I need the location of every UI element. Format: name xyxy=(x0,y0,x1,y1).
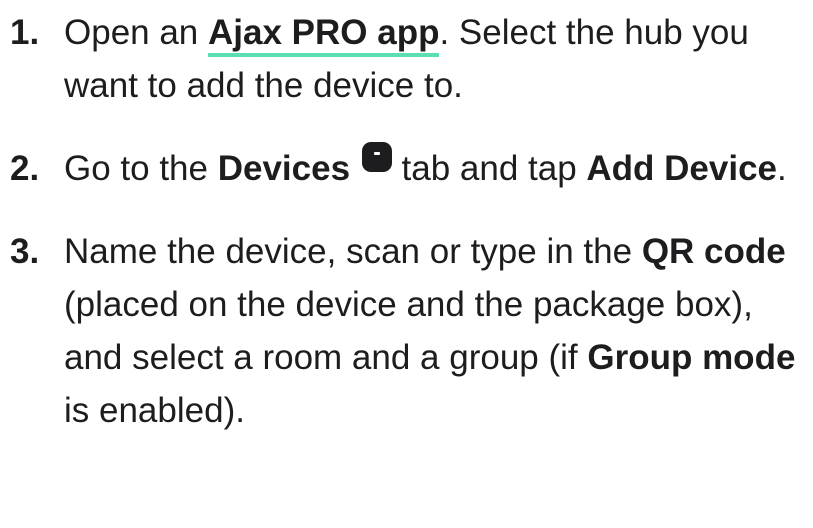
step-text: Open an Ajax PRO app. Select the hub you… xyxy=(64,6,809,112)
devices-tab-name: Devices xyxy=(217,149,351,188)
group-mode-label: Group mode xyxy=(587,338,796,377)
step-number: 1. xyxy=(10,13,40,52)
step-1: 1. Open an Ajax PRO app. Select the hub … xyxy=(0,6,813,112)
qr-code-label: QR code xyxy=(641,232,786,271)
step-text-segment: . xyxy=(777,149,787,188)
step-number: 2. xyxy=(10,149,40,188)
step-text-segment: Open an xyxy=(64,13,208,52)
step-3: 3. Name the device, scan or type in the … xyxy=(0,225,813,437)
instruction-steps: 1. Open an Ajax PRO app. Select the hub … xyxy=(0,6,813,437)
step-text: Go to the Devices tab and tap Add Device… xyxy=(64,142,809,195)
step-text-segment: is enabled). xyxy=(64,391,245,430)
step-text: Name the device, scan or type in the QR … xyxy=(64,225,809,437)
step-2: 2. Go to the Devices tab and tap Add Dev… xyxy=(0,142,813,195)
devices-tab-icon xyxy=(361,142,392,172)
step-number: 3. xyxy=(10,232,40,271)
step-text-segment: Go to the xyxy=(64,149,218,188)
step-text-segment: Name the device, scan or type in the xyxy=(64,232,642,271)
ajax-pro-app-link[interactable]: Ajax PRO app xyxy=(208,13,440,57)
add-device-label: Add Device xyxy=(586,149,778,188)
step-text-segment: tab and tap xyxy=(391,149,587,188)
